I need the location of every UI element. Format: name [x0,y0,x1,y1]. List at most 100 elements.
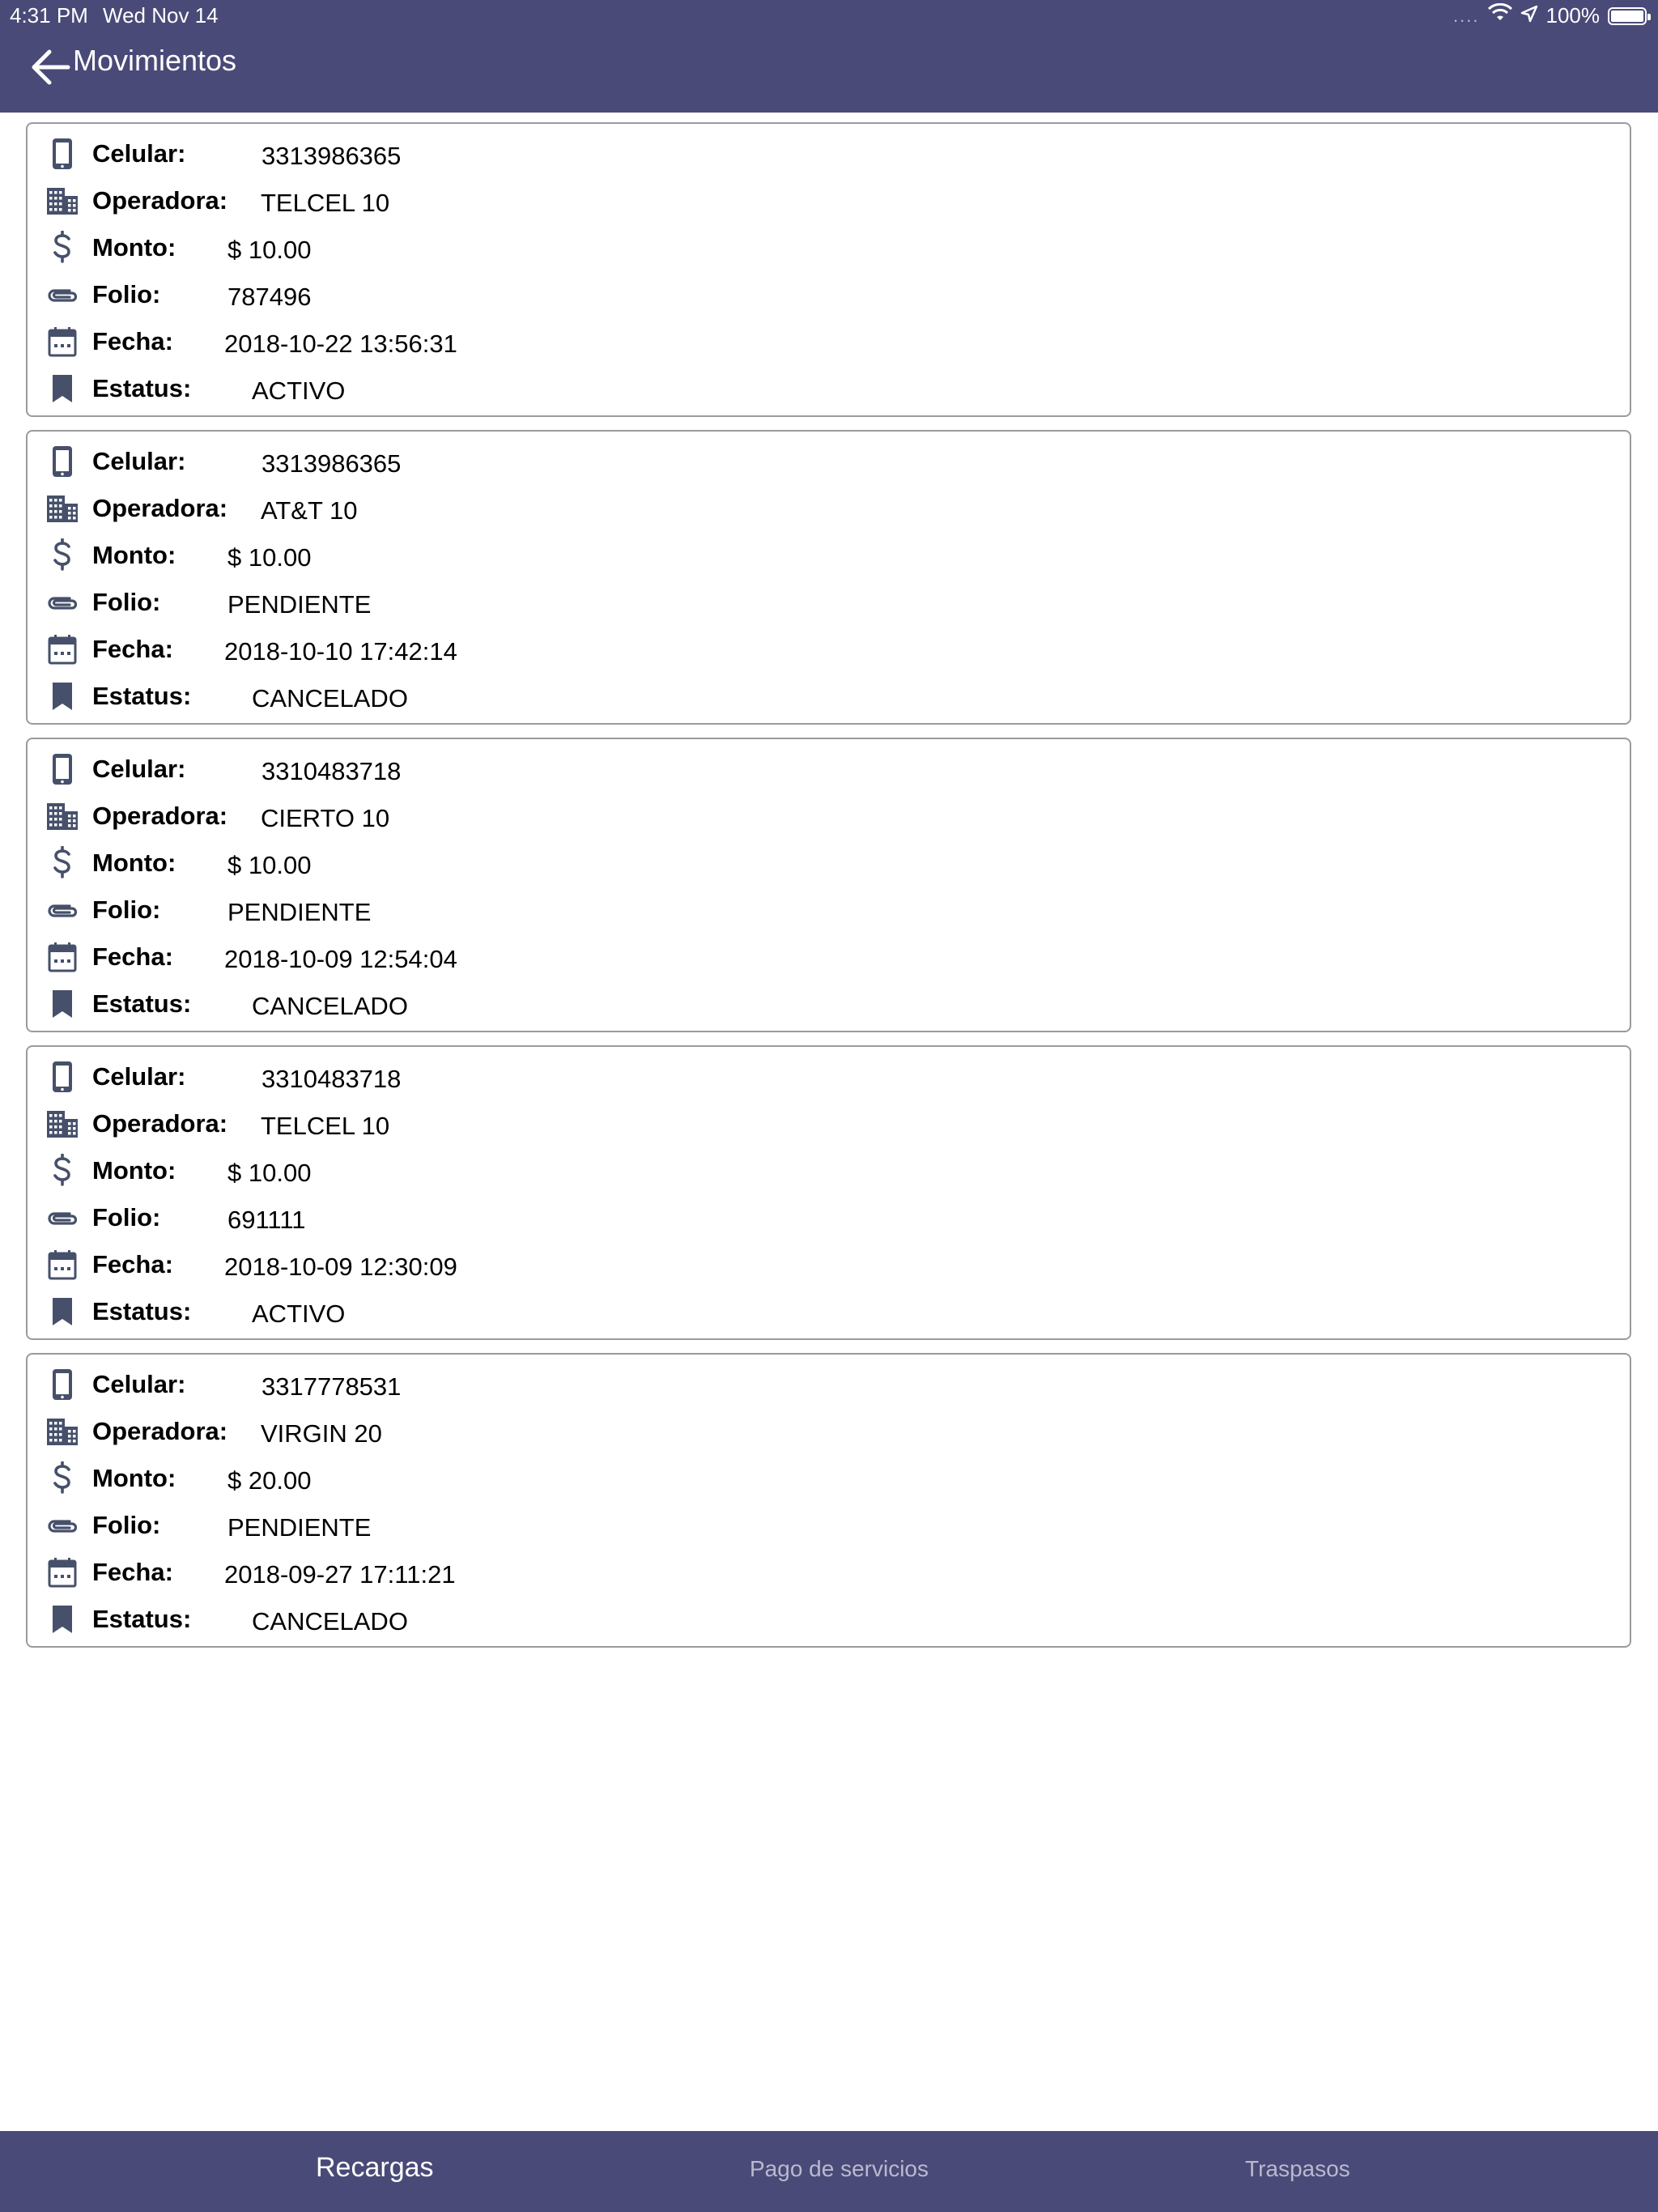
field-value-monto: $ 10.00 [227,1159,312,1187]
field-value-folio: 691111 [227,1206,306,1234]
field-row-operadora: Operadora: VIRGIN 20 [28,1410,1630,1457]
wifi-icon [1487,2,1512,28]
movimiento-card: Celular: 3310483718 Operadora: TELCEL 10 Mon… [26,1045,1631,1340]
dollar-icon [45,538,79,572]
field-value-monto: $ 10.00 [227,236,312,264]
field-value-estatus: CANCELADO [252,992,408,1020]
field-row-celular: Celular: 3310483718 [28,1055,1630,1102]
field-row-operadora: Operadora: TELCEL 10 [28,1102,1630,1149]
field-label-estatus: Estatus: [92,1605,192,1633]
field-label-operadora: Operadora: [92,494,228,522]
field-label-fecha: Fecha: [92,635,173,663]
field-value-folio: PENDIENTE [227,1513,372,1542]
field-value-fecha: 2018-10-09 12:30:09 [224,1253,457,1281]
building-icon [45,1107,79,1141]
field-value-estatus: ACTIVO [252,376,346,405]
field-value-operadora: AT&T 10 [261,496,358,525]
field-label-monto: Monto: [92,233,176,262]
field-label-operadora: Operadora: [92,1417,228,1445]
field-row-operadora: Operadora: AT&T 10 [28,487,1630,534]
field-row-fecha: Fecha: 2018-10-09 12:54:04 [28,935,1630,982]
field-label-estatus: Estatus: [92,374,192,402]
movimiento-card: Celular: 3313986365 Operadora: AT&T 10 Monto… [26,430,1631,725]
field-label-celular: Celular: [92,755,186,783]
field-row-celular: Celular: 3317778531 [28,1363,1630,1410]
paperclip-icon [45,585,79,619]
phone-icon [45,752,79,786]
field-label-fecha: Fecha: [92,1558,173,1586]
field-value-celular: 3313986365 [261,449,402,478]
building-icon [45,491,79,525]
field-value-fecha: 2018-10-10 17:42:14 [224,637,457,666]
field-value-operadora: TELCEL 10 [261,189,390,217]
field-label-monto: Monto: [92,541,176,569]
field-value-operadora: TELCEL 10 [261,1112,390,1140]
field-value-fecha: 2018-10-22 13:56:31 [224,330,457,358]
calendar-icon [45,1248,79,1282]
field-value-monto: $ 20.00 [227,1466,312,1495]
field-label-folio: Folio: [92,1203,161,1231]
field-value-operadora: VIRGIN 20 [261,1419,382,1448]
field-label-folio: Folio: [92,895,161,924]
calendar-icon [45,632,79,666]
field-row-fecha: Fecha: 2018-10-22 13:56:31 [28,320,1630,367]
field-row-monto: Monto: $ 10.00 [28,226,1630,273]
paperclip-icon [45,1201,79,1235]
field-row-estatus: Estatus: CANCELADO [28,982,1630,1029]
dollar-icon [45,1461,79,1495]
arrow-left-icon [32,49,70,85]
field-row-estatus: Estatus: CANCELADO [28,674,1630,721]
field-value-estatus: CANCELADO [252,684,408,713]
status-date: Wed Nov 14 [103,3,219,28]
bookmark-icon [45,372,79,406]
status-bar: 4:31 PM Wed Nov 14 .... 100% [0,0,1658,32]
dollar-icon [45,846,79,880]
field-row-folio: Folio: 787496 [28,273,1630,320]
page: 4:31 PM Wed Nov 14 .... 100% Movimientos… [0,0,1658,2212]
field-value-monto: $ 10.00 [227,543,312,572]
field-label-celular: Celular: [92,1370,186,1398]
field-row-celular: Celular: 3310483718 [28,747,1630,794]
field-row-operadora: Operadora: CIERTO 10 [28,794,1630,841]
field-row-monto: Monto: $ 10.00 [28,841,1630,888]
tab-recargas[interactable]: Recargas [316,2152,434,2184]
tab-pago-de-servicios[interactable]: Pago de servicios [750,2156,929,2182]
field-row-celular: Celular: 3313986365 [28,440,1630,487]
field-row-fecha: Fecha: 2018-10-10 17:42:14 [28,627,1630,674]
field-label-folio: Folio: [92,1511,161,1539]
field-label-celular: Celular: [92,1062,186,1091]
page-title: Movimientos [73,44,237,77]
field-row-folio: Folio: 691111 [28,1196,1630,1243]
field-value-celular: 3310483718 [261,1065,402,1093]
phone-icon [45,445,79,479]
building-icon [45,1414,79,1448]
field-label-folio: Folio: [92,588,161,616]
bookmark-icon [45,1295,79,1329]
field-row-celular: Celular: 3313986365 [28,132,1630,179]
status-time: 4:31 PM [10,3,88,28]
field-value-fecha: 2018-10-09 12:54:04 [224,945,457,973]
field-label-fecha: Fecha: [92,942,173,971]
phone-icon [45,1060,79,1094]
dollar-icon [45,231,79,265]
battery-percent: 100% [1545,3,1601,28]
paperclip-icon [45,1508,79,1542]
field-label-operadora: Operadora: [92,186,228,215]
phone-icon [45,1368,79,1402]
signal-dots: .... [1453,5,1480,26]
movimiento-card: Celular: 3313986365 Operadora: TELCEL 10 Mon… [26,122,1631,417]
field-label-operadora: Operadora: [92,802,228,830]
tab-traspasos[interactable]: Traspasos [1245,2156,1350,2182]
phone-icon [45,137,79,171]
tab-bar: Recargas Pago de servicios Traspasos [0,2131,1658,2212]
field-value-folio: PENDIENTE [227,898,372,926]
field-value-operadora: CIERTO 10 [261,804,390,832]
bookmark-icon [45,679,79,713]
field-row-fecha: Fecha: 2018-09-27 17:11:21 [28,1551,1630,1597]
field-label-fecha: Fecha: [92,327,173,355]
field-value-celular: 3310483718 [261,757,402,785]
field-label-monto: Monto: [92,1464,176,1492]
field-value-estatus: CANCELADO [252,1607,408,1636]
dollar-icon [45,1154,79,1188]
bookmark-icon [45,1602,79,1636]
